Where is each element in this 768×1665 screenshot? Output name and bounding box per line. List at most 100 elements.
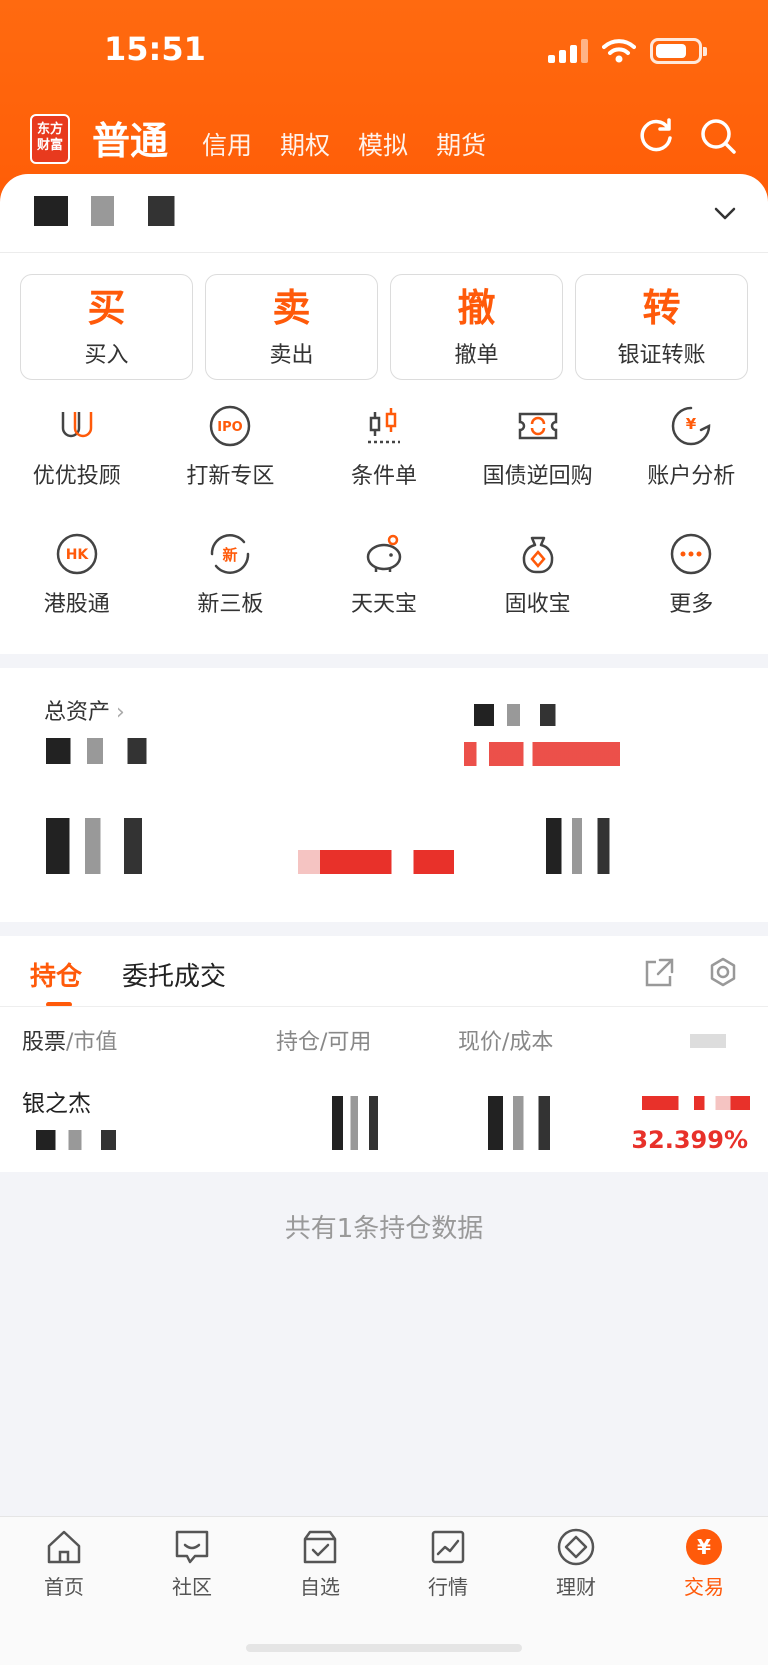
cancel-glyph: 撤 bbox=[457, 286, 496, 330]
masked-daily-pnl bbox=[464, 742, 620, 766]
chevron-down-icon[interactable] bbox=[712, 200, 738, 226]
share-out-icon[interactable] bbox=[642, 956, 676, 990]
refresh-icon[interactable] bbox=[636, 116, 676, 156]
transfer-label: 银证转账 bbox=[617, 343, 706, 368]
sell-button[interactable]: 卖 卖出 bbox=[205, 274, 378, 380]
masked-account-id bbox=[34, 196, 224, 226]
tab-credit[interactable]: 信用 bbox=[202, 126, 252, 162]
svg-text:¥: ¥ bbox=[686, 415, 697, 433]
bank-transfer-button[interactable]: 转 银证转账 bbox=[575, 274, 748, 380]
tab-orders-trades[interactable]: 委托成交 bbox=[122, 956, 226, 993]
masked-available-funds bbox=[546, 818, 632, 874]
masked-holding-qty bbox=[332, 1096, 394, 1150]
nav-watchlist[interactable]: 自选 bbox=[256, 1517, 384, 1665]
nav-community[interactable]: 社区 bbox=[128, 1517, 256, 1665]
nav-label: 交易 bbox=[684, 1575, 724, 1599]
cellular-signal-icon bbox=[548, 39, 588, 63]
column-stock: 股票/市值 bbox=[22, 1024, 117, 1056]
svg-text:新: 新 bbox=[223, 546, 238, 564]
tab-simulation[interactable]: 模拟 bbox=[358, 126, 408, 162]
home-icon bbox=[47, 1530, 81, 1564]
masked-pnl-amount bbox=[642, 1096, 750, 1110]
total-assets-title: 总资产 bbox=[44, 700, 111, 725]
ticket-icon bbox=[518, 412, 557, 440]
total-assets-label[interactable]: 总资产 › bbox=[44, 694, 125, 726]
feature-gushoubao[interactable]: 固收宝 bbox=[461, 530, 615, 628]
nav-home[interactable]: 首页 bbox=[0, 1517, 128, 1665]
masked-market-value bbox=[46, 818, 176, 874]
divider bbox=[0, 1006, 768, 1007]
feature-grid: 优优投顾 IPO 打新专区 条件单 国债逆回购 ¥ 账户分析 HK 港股通 新 … bbox=[0, 402, 768, 628]
masked-position-pnl bbox=[298, 850, 454, 874]
feature-hk-connect[interactable]: HK 港股通 bbox=[0, 530, 154, 628]
positions-panel: 持仓 委托成交 股票/市值 持仓/可用 现价/成本 银之杰 32.399% bbox=[0, 936, 768, 1172]
feature-label: 国债逆回购 bbox=[482, 464, 593, 489]
settings-gear-icon[interactable] bbox=[706, 956, 740, 990]
battery-icon bbox=[650, 38, 707, 64]
masked-daily-pnl-label bbox=[474, 704, 584, 726]
cancel-order-button[interactable]: 撤 撤单 bbox=[390, 274, 563, 380]
feature-uu-advisor[interactable]: 优优投顾 bbox=[0, 402, 154, 500]
positions-count-text: 共有1条持仓数据 bbox=[284, 1214, 484, 1244]
tab-positions[interactable]: 持仓 bbox=[30, 956, 82, 993]
status-icons bbox=[548, 38, 707, 64]
buy-label: 买入 bbox=[84, 343, 129, 368]
nav-label: 首页 bbox=[44, 1575, 84, 1599]
tab-normal[interactable]: 普通 bbox=[92, 110, 168, 165]
cancel-label: 撤单 bbox=[454, 343, 499, 368]
trade-icon: ¥ bbox=[686, 1529, 722, 1565]
feature-label: 新三板 bbox=[197, 592, 264, 617]
chat-icon bbox=[175, 1530, 209, 1564]
masked-market-value bbox=[36, 1130, 144, 1150]
feature-label: 港股通 bbox=[43, 592, 110, 617]
buy-button[interactable]: 买 买入 bbox=[20, 274, 193, 380]
feature-more[interactable]: 更多 bbox=[614, 530, 768, 628]
column-holding: 持仓/可用 bbox=[276, 1024, 371, 1056]
sell-label: 卖出 bbox=[269, 343, 314, 368]
masked-pnl-column-header bbox=[690, 1034, 726, 1048]
feature-label: 优优投顾 bbox=[32, 464, 121, 489]
wifi-icon bbox=[602, 39, 636, 63]
candlestick-icon bbox=[367, 408, 400, 444]
money-bag-icon bbox=[522, 536, 553, 574]
svg-text:HK: HK bbox=[66, 547, 90, 563]
transfer-glyph: 转 bbox=[642, 286, 681, 330]
market-chart-icon bbox=[431, 1530, 465, 1564]
nav-wealth[interactable]: 理财 bbox=[512, 1517, 640, 1665]
feature-ipo[interactable]: IPO 打新专区 bbox=[154, 402, 308, 500]
col-main: 持仓 bbox=[276, 1030, 321, 1055]
nav-label: 社区 bbox=[172, 1575, 212, 1599]
trade-panel: 买 买入 卖 卖出 撤 撤单 转 银证转账 优优投顾 IPO 打新专区 条件单 … bbox=[0, 174, 768, 654]
feature-label: 天天宝 bbox=[350, 592, 417, 617]
app-logo: 东方财富 bbox=[30, 114, 70, 164]
account-type-tabs: 普通 信用 期权 模拟 期货 bbox=[92, 110, 514, 165]
feature-conditional-order[interactable]: 条件单 bbox=[307, 402, 461, 500]
account-selector[interactable] bbox=[34, 196, 224, 226]
column-price: 现价/成本 bbox=[458, 1024, 553, 1056]
col-main: 现价 bbox=[458, 1030, 503, 1055]
tab-options[interactable]: 期权 bbox=[280, 126, 330, 162]
feature-new-third-board[interactable]: 新 新三板 bbox=[154, 530, 308, 628]
more-icon bbox=[670, 533, 712, 575]
col-main: 股票 bbox=[22, 1030, 67, 1055]
tab-futures[interactable]: 期货 bbox=[436, 126, 486, 162]
status-time: 15:51 bbox=[104, 30, 206, 68]
assets-summary[interactable]: 总资产 › bbox=[0, 668, 768, 922]
svg-text:IPO: IPO bbox=[218, 420, 243, 435]
feature-label: 固收宝 bbox=[504, 592, 571, 617]
stock-name: 银之杰 bbox=[22, 1091, 91, 1117]
feature-account-analysis[interactable]: ¥ 账户分析 bbox=[614, 402, 768, 500]
col-sub: /成本 bbox=[502, 1030, 554, 1055]
nav-market[interactable]: 行情 bbox=[384, 1517, 512, 1665]
feature-label: 打新专区 bbox=[186, 464, 275, 489]
nav-trade[interactable]: ¥ 交易 bbox=[640, 1517, 768, 1665]
feature-tiantianbao[interactable]: 天天宝 bbox=[307, 530, 461, 628]
search-icon[interactable] bbox=[698, 116, 738, 156]
feature-reverse-repo[interactable]: 国债逆回购 bbox=[461, 402, 615, 500]
home-indicator[interactable] bbox=[246, 1644, 522, 1652]
col-sub: /可用 bbox=[320, 1030, 372, 1055]
uu-icon bbox=[61, 412, 93, 438]
wealth-icon bbox=[557, 1528, 595, 1566]
masked-price-cost bbox=[488, 1096, 572, 1150]
nav-label: 自选 bbox=[300, 1575, 340, 1599]
